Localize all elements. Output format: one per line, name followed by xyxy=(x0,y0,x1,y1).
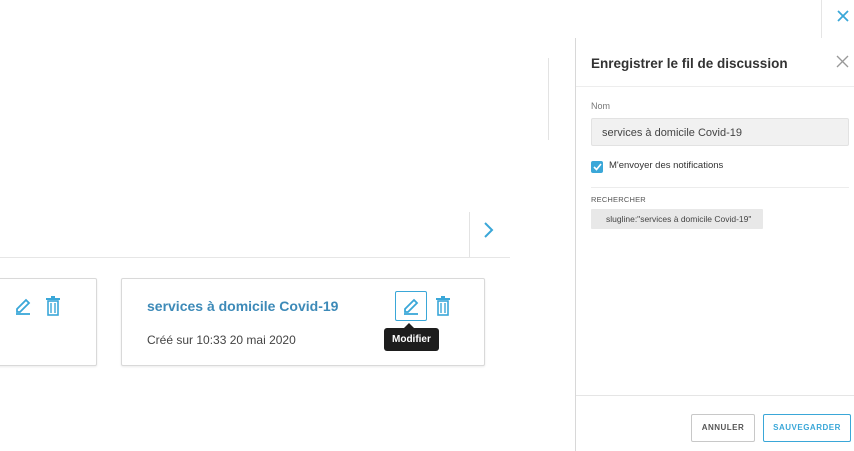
name-label: Nom xyxy=(591,101,611,111)
divider xyxy=(469,212,470,257)
panel-title: Enregistrer le fil de discussion xyxy=(591,56,788,71)
divider xyxy=(591,187,849,188)
divider xyxy=(576,395,854,396)
save-thread-panel: Enregistrer le fil de discussion Nom ser… xyxy=(575,38,854,451)
name-input[interactable]: services à domicile Covid-19 xyxy=(591,118,849,146)
close-icon[interactable] xyxy=(836,55,849,68)
chevron-right-icon[interactable] xyxy=(482,219,496,241)
edit-icon[interactable] xyxy=(395,291,427,321)
divider xyxy=(821,0,822,40)
trash-icon[interactable] xyxy=(42,294,64,318)
card-title[interactable]: services à domicile Covid-19 xyxy=(147,298,338,314)
edit-tooltip: Modifier xyxy=(384,323,439,351)
divider xyxy=(0,257,510,258)
saved-thread-card: services à domicile Covid-19 Créé sur 10… xyxy=(121,278,485,366)
search-label: RECHERCHER xyxy=(591,195,646,204)
notify-checkbox[interactable] xyxy=(591,161,603,173)
divider xyxy=(548,58,549,140)
divider xyxy=(576,86,854,87)
save-button[interactable]: SAUVEGARDER xyxy=(763,414,851,442)
close-icon[interactable] xyxy=(836,9,850,23)
card-date: Créé sur 10:33 20 mai 2020 xyxy=(147,333,296,347)
saved-thread-card xyxy=(0,278,97,366)
check-icon xyxy=(592,163,602,171)
cancel-button[interactable]: ANNULER xyxy=(691,414,755,442)
search-query-chip: slugline:"services à domicile Covid-19" xyxy=(591,209,764,229)
notify-label[interactable]: M'envoyer des notifications xyxy=(609,160,723,171)
trash-icon[interactable] xyxy=(433,293,453,319)
edit-icon[interactable] xyxy=(11,294,35,318)
